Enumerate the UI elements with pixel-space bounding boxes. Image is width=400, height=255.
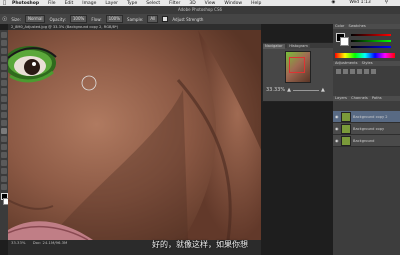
menu-layer[interactable]: Layer xyxy=(105,1,118,6)
adjustments-panel xyxy=(333,66,400,96)
sample-select[interactable]: All xyxy=(147,15,159,23)
tab-navigator[interactable]: Navigator xyxy=(263,44,285,49)
hand-tool-icon[interactable] xyxy=(1,176,7,182)
layer-thumbnail xyxy=(341,135,351,146)
layer-thumbnail xyxy=(341,111,351,122)
vibrance-icon[interactable] xyxy=(364,69,369,74)
menu-edit[interactable]: Edit xyxy=(65,1,74,6)
flow-label: Flow: xyxy=(91,16,102,22)
zoom-in-icon[interactable]: ▲ xyxy=(321,87,325,93)
zoom-readout[interactable]: 33.33% xyxy=(11,240,25,245)
menu-clock: Wed 1:13 xyxy=(349,0,371,5)
clone-stamp-tool-icon[interactable] xyxy=(1,96,7,102)
eye-icon[interactable]: ◉ xyxy=(335,138,339,143)
blue-slider[interactable] xyxy=(351,46,391,48)
lasso-tool-icon[interactable] xyxy=(1,48,7,54)
navigator-thumbnail[interactable] xyxy=(285,51,311,83)
options-bar: ☉ Size: Normal Opacity: 100% Flow: 100% … xyxy=(0,14,400,24)
opacity-label: Opacity: xyxy=(49,16,66,22)
menu-file[interactable]: File xyxy=(48,1,56,6)
tab-color[interactable]: Color xyxy=(335,24,344,28)
color-bg-swatch[interactable] xyxy=(340,37,349,46)
eraser-tool-icon[interactable] xyxy=(1,112,7,118)
brightness-icon[interactable] xyxy=(336,69,341,74)
healing-brush-tool-icon[interactable] xyxy=(1,80,7,86)
flow-field[interactable]: 100% xyxy=(105,15,124,23)
layer-row[interactable]: ◉ Background xyxy=(333,135,400,147)
menu-3d[interactable]: 3D xyxy=(189,1,195,6)
brush-tool-icon[interactable] xyxy=(1,88,7,94)
video-subtitle: 好的，就像这样，如果你想 xyxy=(152,240,248,249)
shape-tool-icon[interactable] xyxy=(1,168,7,174)
tab-layers[interactable]: Layers xyxy=(335,96,347,100)
menu-window[interactable]: Window xyxy=(224,1,242,6)
levels-icon[interactable] xyxy=(343,69,348,74)
tab-paths[interactable]: Paths xyxy=(372,96,382,100)
tab-histogram[interactable]: Histogram xyxy=(287,44,310,49)
dodge-tool-icon[interactable] xyxy=(1,136,7,142)
menu-type[interactable]: Type xyxy=(127,1,137,6)
color-panel xyxy=(333,29,400,61)
sample-label: Sample: xyxy=(127,16,144,22)
tab-swatches[interactable]: Swatches xyxy=(349,24,366,28)
type-tool-icon[interactable] xyxy=(1,152,7,158)
right-panels: Color Swatches Adjustments Styles Layers… xyxy=(333,24,400,255)
navigator-zoom-slider[interactable] xyxy=(292,89,319,91)
adjust-strength-checkbox[interactable] xyxy=(162,16,169,22)
spotlight-icon[interactable]: ⚲ xyxy=(385,0,388,5)
portrait-photo xyxy=(8,30,261,240)
tab-styles[interactable]: Styles xyxy=(362,61,373,65)
path-select-tool-icon[interactable] xyxy=(1,160,7,166)
layers-panel: ◉ Background copy 2 ◉ Background copy ◉ … xyxy=(333,101,400,147)
window-title-bar: Adobe Photoshop CS6 xyxy=(0,6,400,14)
doc-size-readout: Doc: 24.1M/96.3M xyxy=(32,240,68,245)
zoom-tool-icon[interactable] xyxy=(1,184,7,190)
tab-channels[interactable]: Channels xyxy=(351,96,368,100)
marquee-tool-icon[interactable] xyxy=(1,40,7,46)
tab-adjustments[interactable]: Adjustments xyxy=(335,61,358,65)
layer-row[interactable]: ◉ Background copy 2 xyxy=(333,111,400,123)
layer-name: Background xyxy=(353,138,375,143)
window-title: Adobe Photoshop CS6 xyxy=(177,7,223,12)
history-brush-tool-icon[interactable] xyxy=(1,104,7,110)
navigator-zoom-value[interactable]: 33.33% xyxy=(266,87,285,93)
exposure-icon[interactable] xyxy=(357,69,362,74)
eye-icon[interactable]: ◉ xyxy=(335,126,339,131)
gradient-tool-icon[interactable] xyxy=(1,120,7,126)
hue-saturation-icon[interactable] xyxy=(371,69,376,74)
red-slider[interactable] xyxy=(351,34,391,36)
eyedropper-tool-icon[interactable] xyxy=(1,72,7,78)
move-tool-icon[interactable] xyxy=(1,32,7,38)
pen-tool-icon[interactable] xyxy=(1,144,7,150)
layer-name: Background copy xyxy=(353,126,385,131)
menu-filter[interactable]: Filter xyxy=(169,1,180,6)
menu-view[interactable]: View xyxy=(205,1,216,6)
layer-row[interactable]: ◉ Background copy xyxy=(333,123,400,135)
menu-select[interactable]: Select xyxy=(146,1,160,6)
size-select[interactable]: Normal xyxy=(24,15,46,23)
crop-tool-icon[interactable] xyxy=(1,64,7,70)
adjust-strength-label: Adjust Strength xyxy=(172,16,204,22)
menu-app-name[interactable]: Photoshop xyxy=(12,1,39,6)
navigator-view-box[interactable] xyxy=(289,57,305,73)
size-label: Size: xyxy=(11,16,21,22)
blur-tool-icon[interactable] xyxy=(1,128,7,134)
wifi-icon[interactable]: ◉ xyxy=(331,0,335,5)
menu-image[interactable]: Image xyxy=(82,1,96,6)
layer-name: Background copy 2 xyxy=(353,114,388,119)
opacity-field[interactable]: 100% xyxy=(69,15,88,23)
quick-select-tool-icon[interactable] xyxy=(1,56,7,62)
curves-icon[interactable] xyxy=(350,69,355,74)
zoom-out-icon[interactable]: ▲ xyxy=(287,87,291,93)
eye-icon[interactable]: ◉ xyxy=(335,114,339,119)
navigator-panel: Navigator Histogram 33.33% ▲ ▲ xyxy=(262,42,334,102)
tool-preset-icon[interactable]: ☉ xyxy=(2,16,7,23)
menu-help[interactable]: Help xyxy=(251,1,261,6)
document-tab-title: 2_8M0_Adjusted.jpg @ 33.3% (Background c… xyxy=(11,25,119,29)
color-spectrum[interactable] xyxy=(335,53,395,58)
layer-thumbnail xyxy=(341,123,351,134)
green-slider[interactable] xyxy=(351,40,391,42)
document-canvas[interactable] xyxy=(8,30,261,240)
